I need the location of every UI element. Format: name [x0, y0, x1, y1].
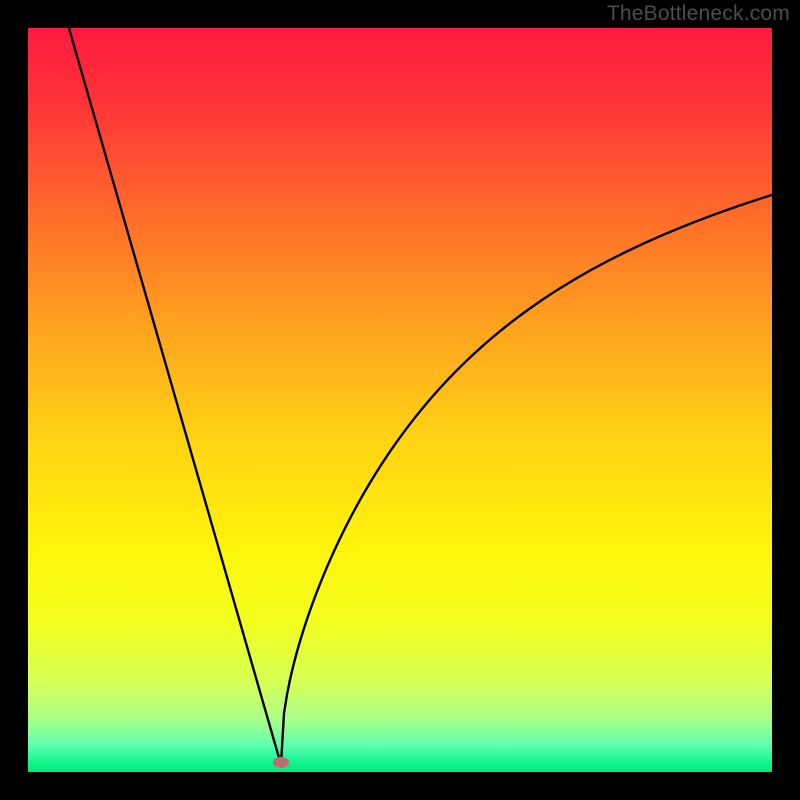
plot-area — [28, 28, 772, 772]
chart-frame: TheBottleneck.com — [0, 0, 800, 800]
bottleneck-curve-chart — [28, 28, 772, 772]
watermark-text: TheBottleneck.com — [607, 2, 790, 26]
gradient-background — [28, 28, 772, 772]
optimum-marker — [273, 757, 289, 768]
